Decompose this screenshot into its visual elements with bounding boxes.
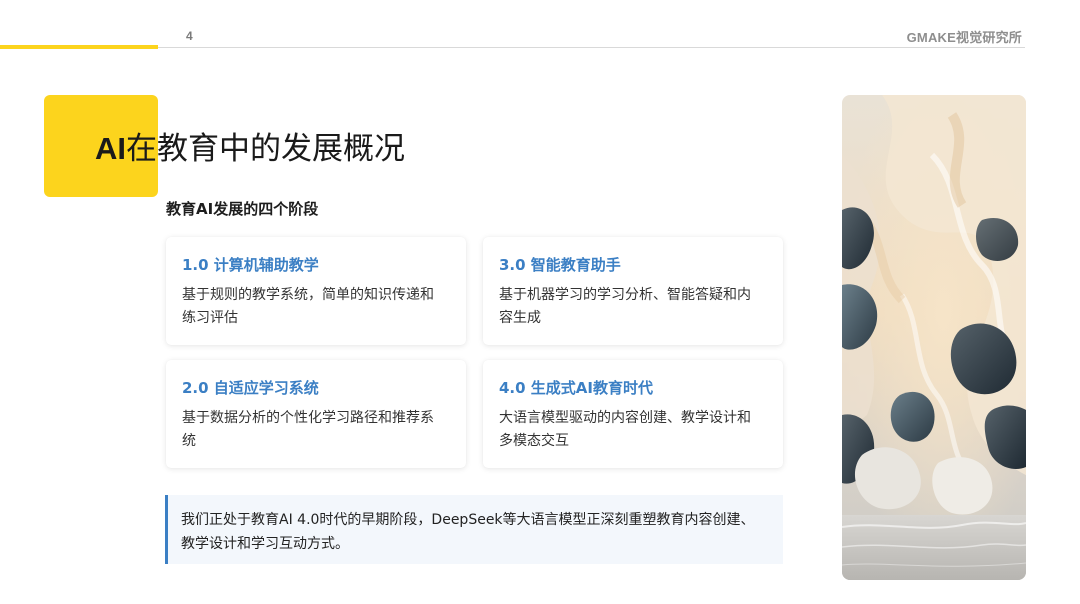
stage-card-1: 1.0 计算机辅助教学 基于规则的教学系统，简单的知识传递和 练习评估 bbox=[166, 237, 466, 345]
stage-card-title: 1.0 计算机辅助教学 bbox=[182, 256, 319, 274]
brand-label: GMAKE视觉研究所 bbox=[906, 30, 1022, 45]
abstract-art-graphic bbox=[842, 95, 1026, 580]
stage-card-title: 3.0 智能教育助手 bbox=[499, 256, 621, 274]
page-number: 4 bbox=[186, 29, 193, 43]
stage-card-desc-line: 练习评估 bbox=[182, 310, 238, 326]
page-title-rest: 在教育中的发展概况 bbox=[126, 131, 405, 167]
stage-card-title: 4.0 生成式AI教育时代 bbox=[499, 379, 653, 397]
stage-card-desc: 基于机器学习的学习分析、智能答疑和内 容生成 bbox=[499, 284, 769, 330]
stage-card-desc-line: 容生成 bbox=[499, 310, 541, 326]
stage-card-4: 4.0 生成式AI教育时代 大语言模型驱动的内容创建、教学设计和 多模态交互 bbox=[483, 360, 783, 468]
summary-note-line: 我们正处于教育AI 4.0时代的早期阶段，DeepSeek等大语言模型正深刻重塑… bbox=[181, 512, 755, 528]
stage-card-desc-line: 统 bbox=[182, 433, 196, 449]
summary-note: 我们正处于教育AI 4.0时代的早期阶段，DeepSeek等大语言模型正深刻重塑… bbox=[165, 495, 783, 564]
stage-card-desc-line: 多模态交互 bbox=[499, 433, 569, 449]
stage-card-title: 2.0 自适应学习系统 bbox=[182, 379, 319, 397]
stage-card-desc-line: 基于机器学习的学习分析、智能答疑和内 bbox=[499, 287, 751, 303]
page-title-latin: AI bbox=[95, 131, 126, 166]
page-title: AI在教育中的发展概况 bbox=[95, 127, 405, 171]
summary-note-line: 教学设计和学习互动方式。 bbox=[181, 536, 349, 552]
stage-card-2: 2.0 自适应学习系统 基于数据分析的个性化学习路径和推荐系 统 bbox=[166, 360, 466, 468]
stage-card-desc: 基于数据分析的个性化学习路径和推荐系 统 bbox=[182, 407, 452, 453]
section-subtitle: 教育AI发展的四个阶段 bbox=[166, 200, 319, 218]
decorative-abstract-image bbox=[842, 95, 1026, 580]
header-accent-bar bbox=[0, 45, 158, 49]
stage-card-desc-line: 基于数据分析的个性化学习路径和推荐系 bbox=[182, 410, 434, 426]
stage-card-3: 3.0 智能教育助手 基于机器学习的学习分析、智能答疑和内 容生成 bbox=[483, 237, 783, 345]
stage-card-desc-line: 基于规则的教学系统，简单的知识传递和 bbox=[182, 287, 434, 303]
stage-card-desc: 基于规则的教学系统，简单的知识传递和 练习评估 bbox=[182, 284, 452, 330]
stage-card-desc-line: 大语言模型驱动的内容创建、教学设计和 bbox=[499, 410, 751, 426]
stage-card-desc: 大语言模型驱动的内容创建、教学设计和 多模态交互 bbox=[499, 407, 769, 453]
